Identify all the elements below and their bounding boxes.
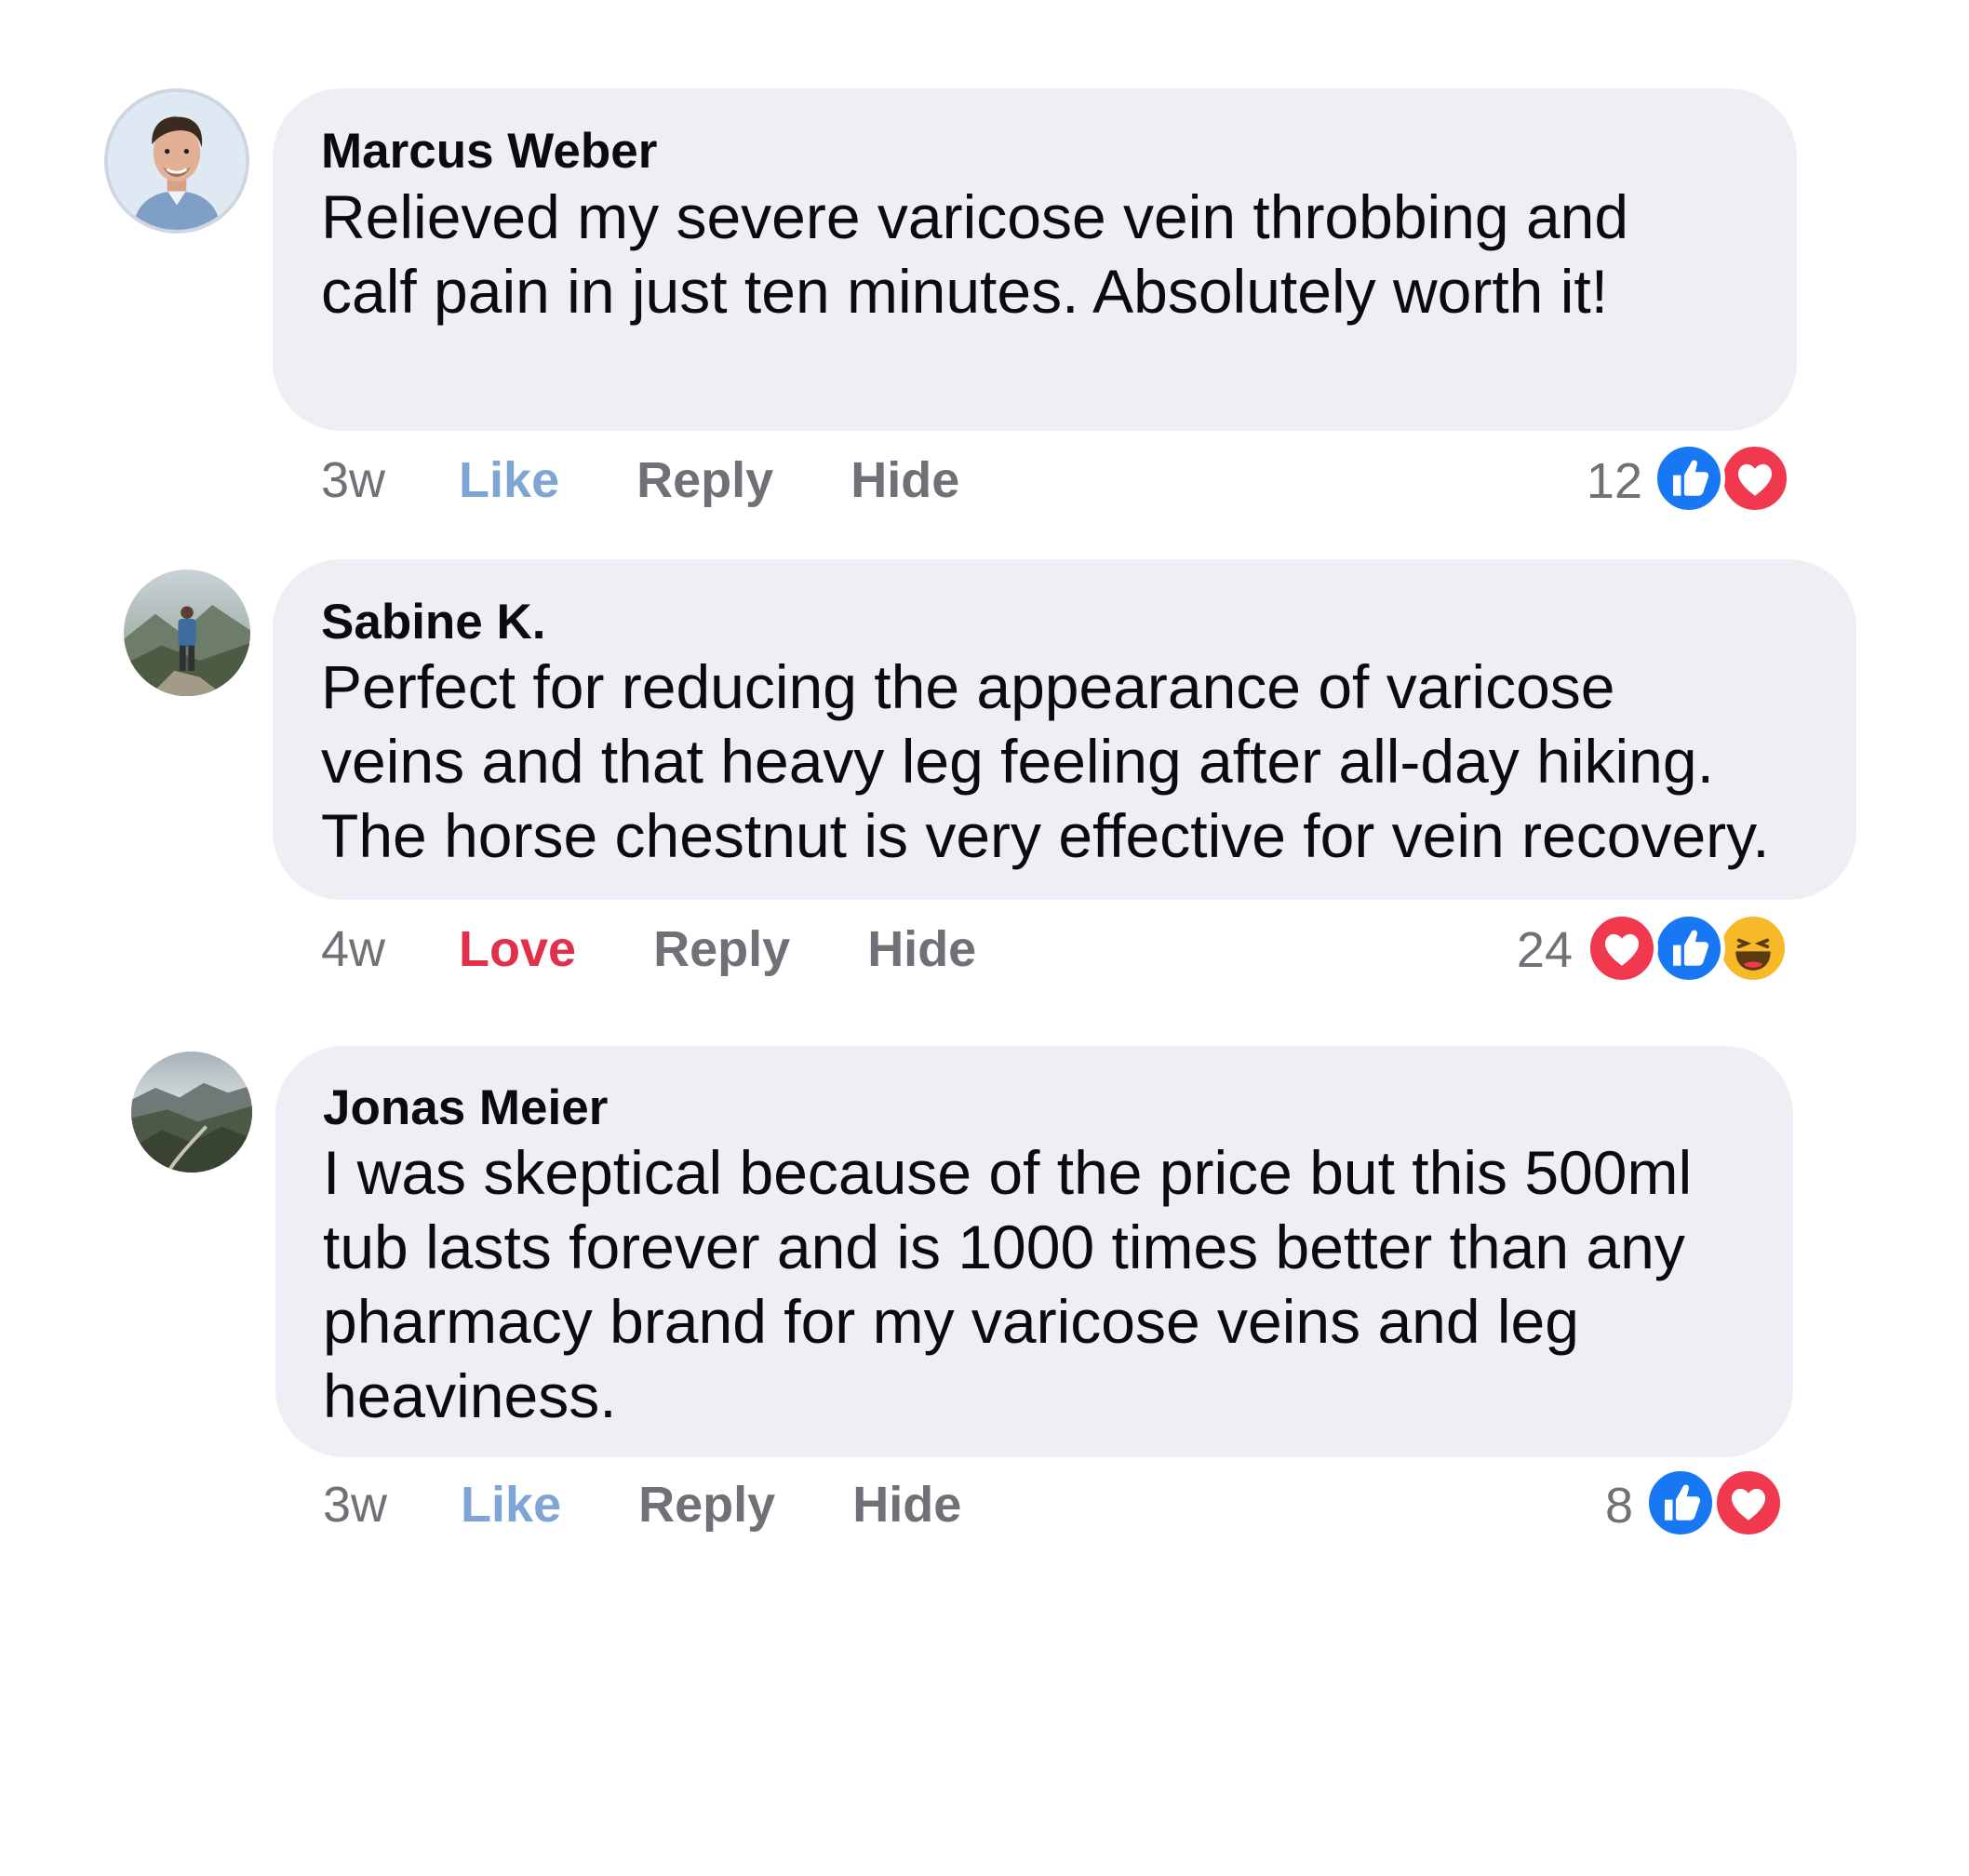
like-button[interactable]: Like	[461, 1477, 561, 1533]
comment-line: The horse chestnut is very effective for…	[321, 801, 1770, 870]
comment-line: tub lasts forever and is 1000 times bett…	[323, 1213, 1685, 1281]
comment-line: I was skeptical because of the price but…	[323, 1138, 1693, 1207]
love-icon[interactable]	[1719, 442, 1791, 515]
comment-line: pharmacy brand for my varicose veins and…	[323, 1287, 1579, 1356]
avatar-jonas-meier[interactable]	[131, 1052, 252, 1172]
comment-author[interactable]: Marcus Weber	[321, 127, 657, 176]
comment-line: Perfect for reducing the appearance of v…	[321, 652, 1615, 721]
comment-author[interactable]: Jonas Meier	[323, 1083, 608, 1132]
reaction-count[interactable]: 12	[1545, 456, 1642, 506]
mountain-valley-avatar	[131, 1052, 252, 1172]
comment-timestamp[interactable]: 4w	[321, 921, 385, 977]
love-icon[interactable]	[1586, 912, 1658, 985]
like-icon[interactable]	[1644, 1467, 1717, 1539]
reply-button[interactable]: Reply	[636, 452, 773, 508]
comment-timestamp[interactable]: 3w	[323, 1477, 387, 1533]
comment-line: heaviness.	[323, 1361, 617, 1430]
avatar-marcus-weber[interactable]	[104, 88, 249, 234]
comment-timestamp[interactable]: 3w	[321, 452, 385, 508]
comment-text: Perfect for reducing the appearance of v…	[321, 650, 1770, 873]
comment-author[interactable]: Sabine K.	[321, 597, 546, 647]
reply-button[interactable]: Reply	[653, 921, 790, 977]
comment-text: I was skeptical because of the price but…	[323, 1135, 1692, 1433]
like-button[interactable]: Like	[459, 452, 559, 508]
hiker-mountain-avatar	[124, 570, 250, 696]
hide-button[interactable]: Hide	[852, 1477, 961, 1533]
comment-line: calf pain in just ten minutes. Absolutel…	[321, 257, 1609, 326]
reaction-count[interactable]: 8	[1535, 1481, 1633, 1531]
comment-actions: 3w Like Reply Hide	[321, 455, 959, 505]
comment-text: Relieved my severe varicose vein throbbi…	[321, 180, 1628, 328]
hide-button[interactable]: Hide	[851, 452, 959, 508]
love-button[interactable]: Love	[459, 921, 576, 977]
haha-icon[interactable]	[1717, 912, 1789, 985]
like-icon[interactable]	[1653, 442, 1725, 515]
reaction-count[interactable]: 24	[1475, 925, 1573, 975]
avatar-sabine-k[interactable]	[124, 570, 250, 696]
hide-button[interactable]: Hide	[867, 921, 976, 977]
comment-line: veins and that heavy leg feeling after a…	[321, 727, 1714, 796]
like-icon[interactable]	[1653, 912, 1725, 985]
man-portrait-avatar	[108, 92, 246, 230]
comment-line: Relieved my severe varicose vein throbbi…	[321, 182, 1629, 251]
love-icon[interactable]	[1712, 1467, 1785, 1539]
reply-button[interactable]: Reply	[638, 1477, 775, 1533]
comment-actions: 4w Love Reply Hide	[321, 924, 976, 974]
comment-actions: 3w Like Reply Hide	[323, 1480, 961, 1530]
